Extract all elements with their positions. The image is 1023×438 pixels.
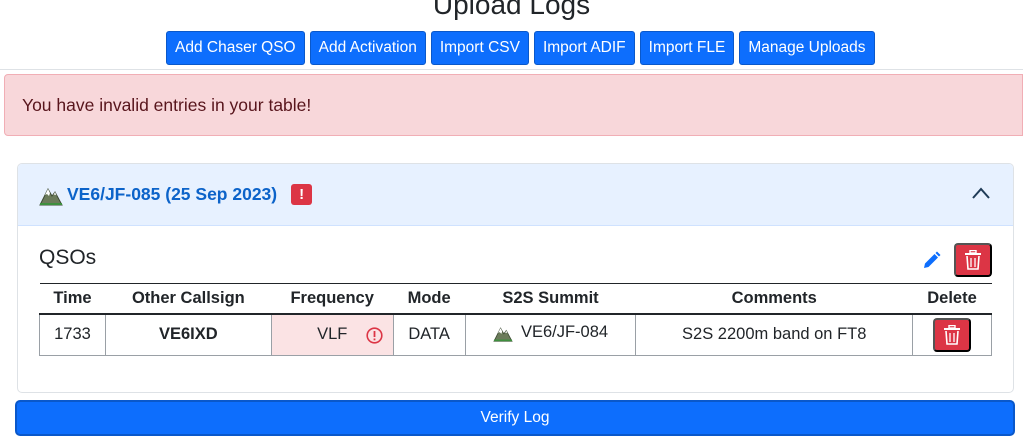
qso-table: Time Other Callsign Frequency Mode S2S S… <box>39 283 992 356</box>
column-header-comments: Comments <box>635 283 913 315</box>
qso-delete-cell <box>912 313 992 356</box>
trash-icon <box>944 324 960 345</box>
qsos-heading: QSOs <box>39 246 97 269</box>
column-header-time: Time <box>39 283 106 315</box>
toolbar: Add Chaser QSO Add Activation Import CSV… <box>166 31 875 65</box>
delete-activation-button[interactable] <box>954 243 992 277</box>
qso-s2s-summit-cell[interactable]: VE6/JF-084 <box>464 313 637 356</box>
qso-frequency: VLF <box>317 325 348 344</box>
qso-callsign[interactable]: VE6IXD <box>104 313 272 356</box>
chevron-up-icon[interactable] <box>971 186 991 200</box>
column-header-callsign: Other Callsign <box>105 283 272 315</box>
summit-icon <box>39 187 63 205</box>
error-alert-message: You have invalid entries in your table! <box>22 94 312 115</box>
add-activation-button[interactable]: Add Activation <box>309 31 426 65</box>
column-header-delete: Delete <box>912 283 992 315</box>
warning-circle-icon <box>366 326 383 344</box>
column-header-s2s-summit: S2S Summit <box>465 283 636 315</box>
s2s-summit-ref: VE6/JF-084 <box>520 323 609 341</box>
qso-frequency-cell[interactable]: VLF <box>270 313 394 356</box>
import-fle-button[interactable]: Import FLE <box>639 31 735 65</box>
column-header-mode: Mode <box>393 283 466 315</box>
table-row: 1733 VE6IXD VLF DATA VE6/JF-084 S2S 2200… <box>39 313 992 356</box>
upload-logs-page: Upload Logs Add Chaser QSO Add Activatio… <box>0 0 1023 438</box>
verify-log-button[interactable]: Verify Log <box>15 400 1015 436</box>
page-title: Upload Logs <box>432 0 591 20</box>
qso-comments[interactable]: S2S 2200m band on FT8 <box>635 313 913 356</box>
activation-card: VE6/JF-085 (25 Sep 2023) ! QSOs Time Oth… <box>17 163 1014 393</box>
trash-icon <box>965 250 981 270</box>
error-alert: You have invalid entries in your table! <box>4 74 1023 136</box>
divider <box>0 69 1023 70</box>
activation-title: VE6/JF-085 (25 Sep 2023) <box>67 184 278 204</box>
qso-mode[interactable]: DATA <box>392 313 466 356</box>
summit-icon <box>493 326 513 342</box>
import-adif-button[interactable]: Import ADIF <box>533 31 635 65</box>
import-csv-button[interactable]: Import CSV <box>430 31 529 65</box>
qso-time[interactable]: 1733 <box>39 313 106 356</box>
warning-badge-icon: ! <box>291 184 313 205</box>
manage-uploads-button[interactable]: Manage Uploads <box>739 31 875 65</box>
delete-qso-button[interactable] <box>933 317 971 352</box>
activation-card-header[interactable]: VE6/JF-085 (25 Sep 2023) ! <box>18 164 1013 226</box>
qso-table-header-row: Time Other Callsign Frequency Mode S2S S… <box>39 283 992 315</box>
pencil-icon[interactable] <box>921 251 941 271</box>
s2s-summit: VE6/JF-084 <box>493 323 608 342</box>
add-chaser-qso-button[interactable]: Add Chaser QSO <box>166 31 305 65</box>
column-header-frequency: Frequency <box>271 283 394 315</box>
